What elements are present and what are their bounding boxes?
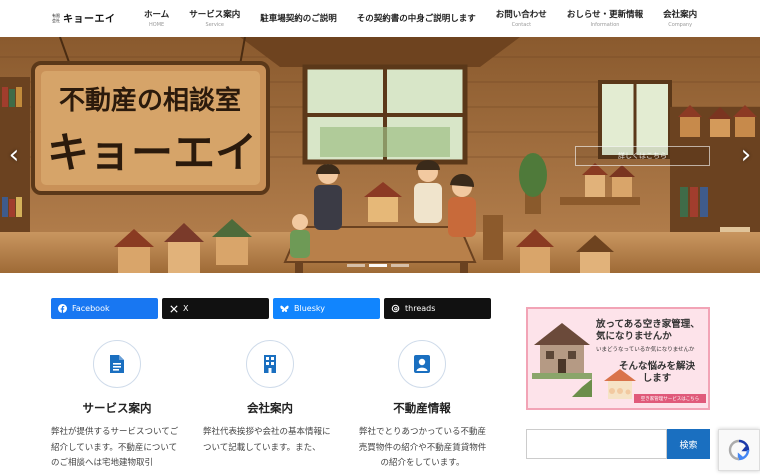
nav-sub-label: HOME: [149, 22, 165, 28]
feature-description: 弊社代表挨拶や会社の基本情報について記載しています。また、: [203, 427, 331, 453]
share-x-button[interactable]: X: [162, 298, 269, 319]
hero-sign-line2: キョーエイ: [47, 128, 257, 177]
facebook-icon: [58, 304, 67, 313]
nav-item-parking-contract[interactable]: 駐車場契約のご説明: [250, 0, 347, 36]
recaptcha-icon[interactable]: [718, 429, 760, 471]
share-threads-label: threads: [405, 304, 436, 313]
share-facebook-label: Facebook: [72, 304, 110, 313]
slider-pagination: [347, 264, 409, 267]
threads-icon: [391, 304, 400, 313]
feature-company: 会社案内 弊社代表挨拶や会社の基本情報について記載しています。また、: [203, 340, 331, 456]
feature-description: 弊社でとりあつかっている不動産売買物件の紹介や不動産賃貸物件の紹介をしています。: [358, 427, 487, 468]
nav-item-company[interactable]: 会社案内 Company: [653, 0, 707, 36]
slider-dot-active[interactable]: [369, 264, 387, 267]
nav-item-contact[interactable]: お問い合わせ Contact: [486, 0, 557, 36]
house-illustration: [532, 323, 592, 397]
slider-dot[interactable]: [391, 264, 409, 267]
nav-label: その契約書の中身ご説明します: [356, 14, 476, 24]
logo-name: キョーエイ: [63, 14, 116, 25]
nav-item-home[interactable]: ホーム HOME: [134, 0, 179, 36]
nav-label: 会社案内: [663, 10, 698, 20]
nav-sub-label: Service: [205, 22, 224, 28]
bluesky-icon: [280, 304, 289, 313]
slider-dot[interactable]: [347, 264, 365, 267]
banner-headline: 放ってある空き家管理、気になりませんか: [596, 319, 700, 342]
chevron-right-icon[interactable]: ›: [736, 140, 756, 170]
nav-label: ホーム: [144, 10, 170, 20]
share-buttons: Facebook X Bluesky threads: [51, 298, 491, 319]
banner-subline: いまどうなっているか気になりませんか: [596, 347, 695, 353]
logo-company-type: 有限 会社: [52, 13, 60, 23]
share-bluesky-button[interactable]: Bluesky: [273, 298, 380, 319]
nav-sub-label: Contact: [511, 22, 532, 28]
share-facebook-button[interactable]: Facebook: [51, 298, 158, 319]
x-icon: [169, 304, 178, 313]
document-icon[interactable]: [93, 340, 141, 388]
nav-label: お問い合わせ: [495, 10, 547, 20]
site-header: 有限 会社 キョーエイ ホーム HOME サービス案内 Service 駐車場契…: [0, 0, 760, 36]
feature-title[interactable]: 不動産情報: [362, 400, 482, 416]
hero-detail-button[interactable]: 詳しくはこちら: [575, 146, 710, 166]
hero-sign-line1: 不動産の相談室: [59, 85, 241, 116]
hero-slider: 不動産の相談室 キョーエイ ‹ › 詳しくはこちら: [0, 37, 760, 273]
nav-item-information[interactable]: おしらせ・更新情報 Information: [557, 0, 653, 36]
search-button[interactable]: 検索: [667, 429, 710, 459]
feature-description: 弊社が提供するサービスついてご紹介しています。不動産についてのご相談へは宅地建物…: [51, 427, 179, 468]
person-icon[interactable]: [398, 340, 446, 388]
nav-item-service[interactable]: サービス案内 Service: [179, 0, 250, 36]
site-logo[interactable]: 有限 会社 キョーエイ: [52, 10, 116, 26]
share-x-label: X: [183, 304, 189, 313]
banner-link-label: 空き家管理サービスはこちら: [634, 394, 706, 403]
search-input[interactable]: [526, 429, 667, 459]
building-icon[interactable]: [246, 340, 294, 388]
nav-label: サービス案内: [189, 10, 241, 20]
vacant-house-banner[interactable]: 放ってある空き家管理、気になりませんか いまどうなっているか気になりませんか そ…: [526, 307, 710, 410]
feature-real-estate: 不動産情報 弊社でとりあつかっている不動産売買物件の紹介や不動産賃貸物件の紹介を…: [359, 340, 486, 472]
nav-item-contract-explanation[interactable]: その契約書の中身ご説明します: [347, 0, 486, 36]
banner-solution: そんな悩みを解決します: [618, 361, 695, 384]
nav-sub-label: Information: [590, 22, 620, 28]
logo-small-line2: 会社: [52, 17, 60, 23]
nav-label: 駐車場契約のご説明: [260, 14, 337, 24]
feature-title[interactable]: サービス案内: [57, 400, 177, 416]
nav-label: おしらせ・更新情報: [566, 10, 644, 20]
main-nav: ホーム HOME サービス案内 Service 駐車場契約のご説明 その契約書の…: [134, 0, 707, 36]
chevron-left-icon[interactable]: ‹: [4, 140, 24, 170]
feature-title[interactable]: 会社案内: [210, 400, 330, 416]
page: 有限 会社 キョーエイ ホーム HOME サービス案内 Service 駐車場契…: [0, 0, 760, 475]
share-threads-button[interactable]: threads: [384, 298, 491, 319]
nav-sub-label: Company: [668, 22, 693, 28]
share-bluesky-label: Bluesky: [294, 304, 325, 313]
feature-service: サービス案内 弊社が提供するサービスついてご紹介しています。不動産についてのご相…: [51, 340, 178, 472]
